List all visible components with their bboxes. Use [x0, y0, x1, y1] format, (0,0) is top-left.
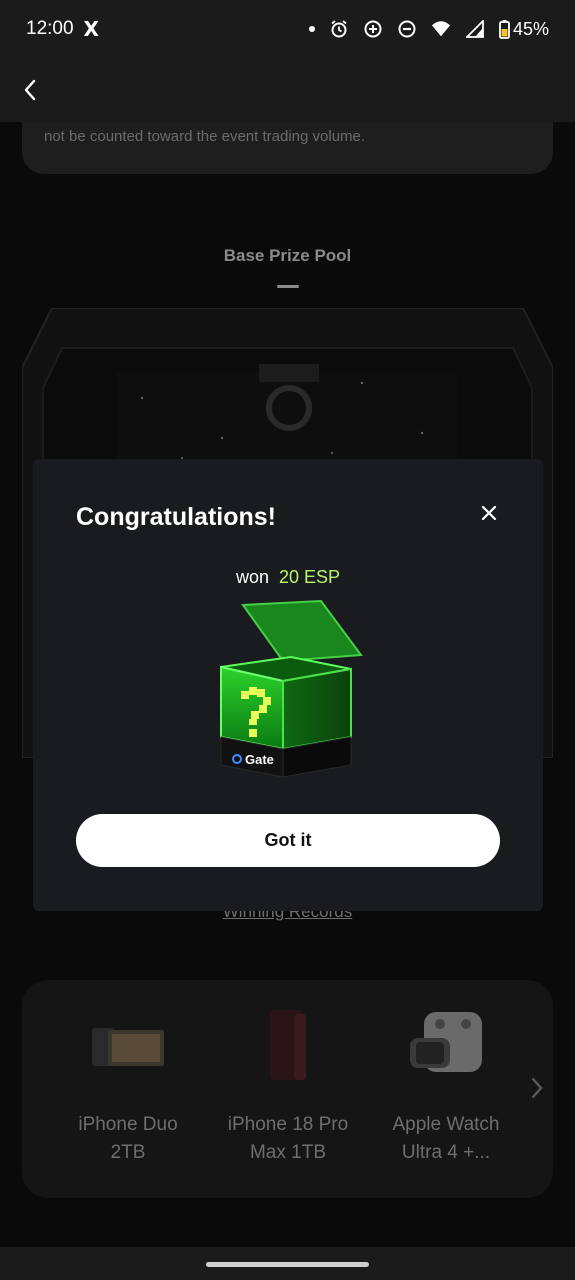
prize-pool-title[interactable]: Base Prize Pool: [0, 246, 575, 266]
prize-name-line1: iPhone Duo: [78, 1114, 178, 1135]
won-label: won: [235, 567, 269, 587]
phone-duo-image: [92, 1028, 164, 1066]
prize-name-line2: Ultra 4 +...: [401, 1142, 491, 1163]
box-brand-label: Gate: [245, 752, 274, 767]
do-not-disturb-icon: [397, 19, 417, 39]
battery-percent: 45%: [512, 18, 549, 39]
got-it-button[interactable]: Got it: [76, 814, 500, 867]
prize-name-line1: iPhone 18 Pro: [227, 1114, 349, 1135]
rules-card: not be counted toward the event trading …: [22, 122, 553, 174]
won-line: won 20 ESP: [33, 567, 543, 588]
won-amount: 20 ESP: [278, 567, 341, 587]
watch-airpods-image: [410, 1012, 482, 1072]
prize-item[interactable]: iPhone 18 Pro Max 1TB: [208, 1010, 368, 1167]
prize-name-line2: Max 1TB: [249, 1142, 327, 1163]
prize-carousel: iPhone Duo 2TB iPhone 18 Pro Max 1TB App…: [22, 980, 553, 1198]
status-bar: 12:00 X 45%: [0, 0, 575, 58]
tab-indicator: [277, 285, 299, 288]
x-app-icon: X: [83, 17, 99, 41]
battery-icon: [499, 19, 510, 39]
phone-pro-image: [270, 1010, 306, 1080]
battery-indicator: 45%: [499, 19, 549, 40]
system-nav-bar: [0, 1247, 575, 1280]
prize-name-line1: Apple Watch: [392, 1114, 500, 1135]
rules-text: not be counted toward the event trading …: [44, 128, 366, 145]
carousel-next-button[interactable]: [527, 1076, 547, 1100]
prize-item[interactable]: iPhone Duo 2TB: [48, 1010, 208, 1167]
congratulations-dialog: Congratulations! won 20 ESP Gate Got it: [33, 459, 543, 911]
close-icon: [481, 505, 497, 521]
wifi-icon: [431, 19, 451, 39]
top-app-bar: [0, 58, 575, 122]
chevron-left-icon: [24, 79, 36, 101]
dialog-title: Congratulations!: [76, 503, 276, 531]
data-saver-icon: [363, 19, 383, 39]
close-button[interactable]: [475, 499, 503, 527]
status-time: 12:00: [26, 18, 74, 39]
signal-icon: [465, 19, 485, 39]
prize-name-line2: 2TB: [110, 1142, 146, 1163]
mystery-box-icon: Gate: [220, 599, 363, 778]
home-gesture-handle[interactable]: [206, 1262, 369, 1267]
back-button[interactable]: [14, 74, 46, 106]
chevron-right-icon: [531, 1077, 543, 1099]
prize-item[interactable]: Apple Watch Ultra 4 +...: [366, 1010, 526, 1167]
status-icons: 45%: [308, 19, 549, 40]
alarm-icon: [329, 19, 349, 39]
notification-dot-icon: [308, 26, 315, 32]
